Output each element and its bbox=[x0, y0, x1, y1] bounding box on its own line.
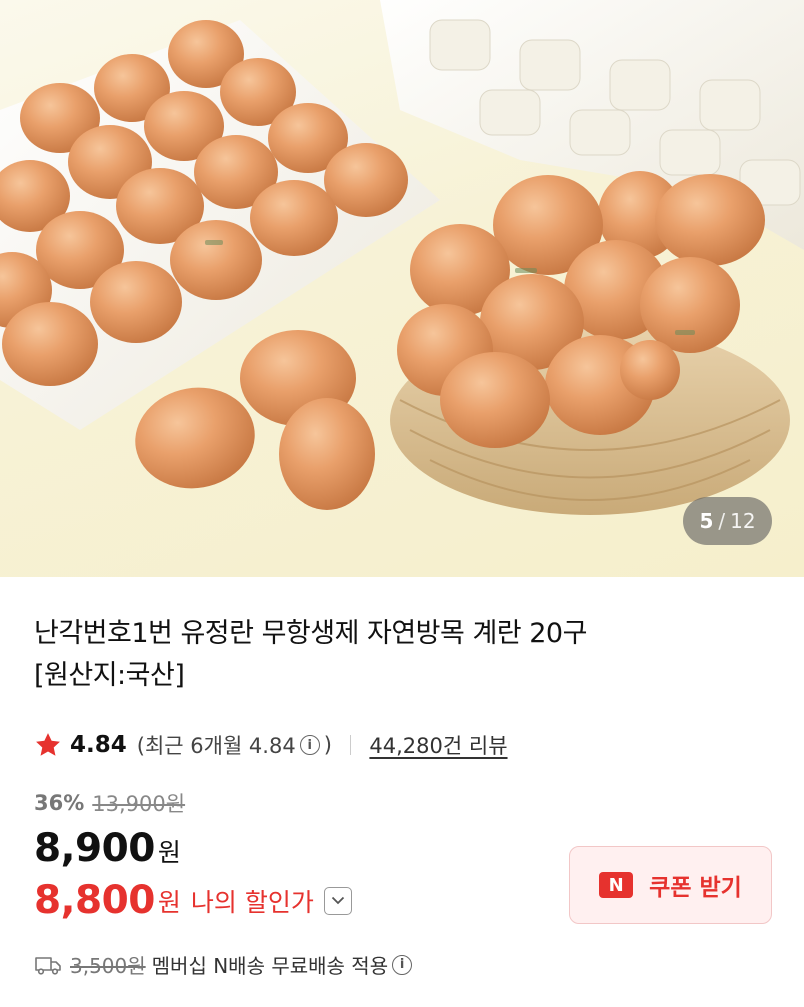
egg-photo bbox=[0, 0, 804, 515]
coupon-button-label: 쿠폰 받기 bbox=[649, 875, 742, 901]
info-icon[interactable]: i bbox=[299, 735, 320, 755]
divider bbox=[349, 735, 352, 755]
shipping-text: 멤버십 N배송 무료배송 적용 bbox=[151, 954, 389, 978]
product-title-line1: 난각번호1번 유정란 무항생제 자연방목 계란 20구 bbox=[34, 618, 587, 649]
price-row: 8,900 원 bbox=[34, 826, 181, 871]
my-price-row[interactable]: 8,800 원 나의 할인가 bbox=[34, 878, 352, 923]
rating-row: 4.84 (최근 6개월 4.84 i ) 44,280건 리뷰 bbox=[34, 728, 508, 762]
recent-rating: (최근 6개월 4.84 bbox=[136, 734, 296, 758]
my-price-currency: 원 bbox=[157, 887, 181, 917]
image-counter-current: 5 bbox=[699, 509, 714, 533]
star-icon bbox=[36, 733, 60, 756]
discount-row: 36% 13,900원 bbox=[34, 788, 185, 818]
original-price: 13,900원 bbox=[92, 792, 186, 816]
coupon-button[interactable]: N 쿠폰 받기 bbox=[569, 846, 772, 924]
product-title-line2: [원산지:국산] bbox=[34, 660, 185, 691]
rating-score: 4.84 bbox=[70, 732, 127, 758]
sale-price-currency: 원 bbox=[157, 838, 181, 867]
my-discount-price: 8,800 bbox=[34, 878, 155, 923]
product-title: 난각번호1번 유정란 무항생제 자연방목 계란 20구 [원산지:국산] bbox=[34, 613, 774, 697]
reviews-link[interactable]: 44,280건 리뷰 bbox=[369, 730, 507, 760]
image-counter-total: 12 bbox=[730, 509, 756, 533]
shipping-info-icon[interactable]: i bbox=[392, 954, 413, 975]
n-logo-icon: N bbox=[599, 872, 634, 898]
sale-price: 8,900 bbox=[34, 826, 155, 871]
chevron-down-icon[interactable] bbox=[323, 886, 352, 915]
image-counter-separator: / bbox=[718, 509, 726, 533]
shipping-fee: 3,500원 bbox=[70, 954, 146, 978]
my-price-label: 나의 할인가 bbox=[190, 887, 314, 917]
truck-icon bbox=[35, 956, 61, 975]
recent-rating-close: ) bbox=[323, 733, 332, 757]
shipping-row: 3,500원 멤버십 N배송 무료배송 적용 i bbox=[34, 950, 416, 979]
image-counter: 5 / 12 bbox=[683, 497, 772, 545]
discount-rate: 36% bbox=[34, 791, 85, 815]
product-image[interactable]: 5 / 12 bbox=[0, 0, 804, 577]
